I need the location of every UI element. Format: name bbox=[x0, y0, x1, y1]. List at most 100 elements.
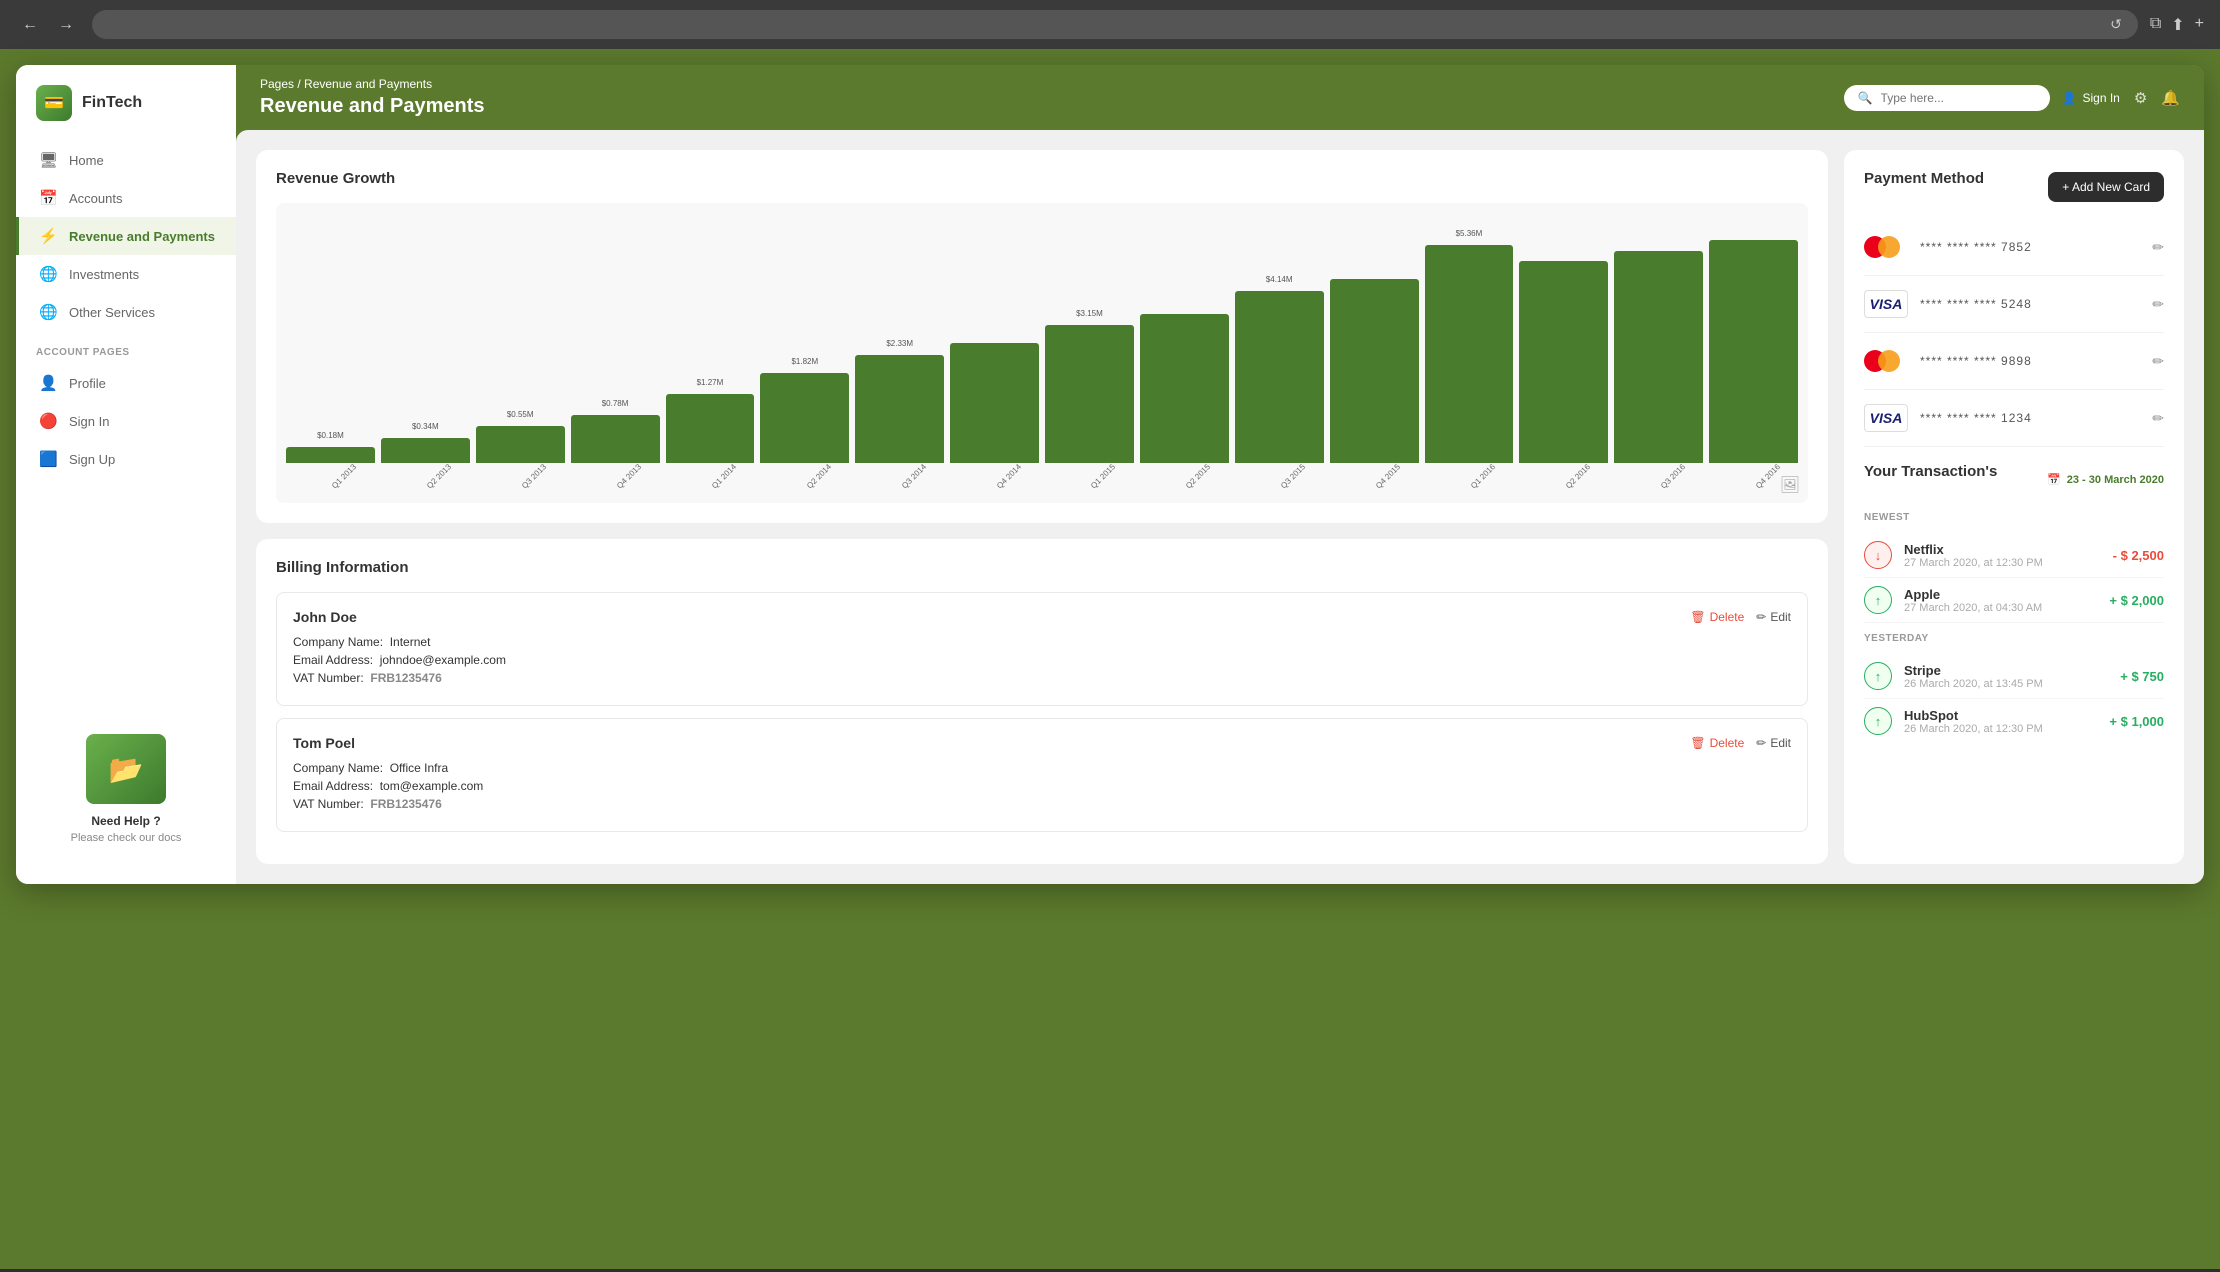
tx-netflix-info: Netflix 27 March 2020, at 12:30 PM bbox=[1904, 542, 2101, 569]
bar-label: Q1 2015 bbox=[1089, 462, 1117, 490]
tx-hubspot-amount: + $ 1,000 bbox=[2109, 714, 2164, 729]
tx-netflix-icon: ↓ bbox=[1864, 541, 1892, 569]
sidebar-item-signin[interactable]: 🔴 Sign In bbox=[16, 402, 236, 440]
billing-actions-john: 🗑 Delete ✏ Edit bbox=[1690, 610, 1791, 624]
back-button[interactable]: ← bbox=[16, 12, 44, 38]
help-title: Need Help ? bbox=[91, 814, 160, 828]
edit-card-5248[interactable]: ✏ bbox=[2152, 296, 2164, 313]
sidebar-help: 📂 Need Help ? Please check our docs bbox=[16, 714, 236, 864]
logo-text: FinTech bbox=[82, 94, 142, 112]
bar-label: Q1 2014 bbox=[710, 462, 738, 490]
help-illustration: 📂 bbox=[86, 734, 166, 804]
edit-card-7852[interactable]: ✏ bbox=[2152, 239, 2164, 256]
search-input[interactable] bbox=[1881, 91, 2036, 105]
bar-group: $2.33MQ3 2014 bbox=[855, 355, 944, 463]
signin-icon: 🔴 bbox=[39, 412, 57, 430]
tx-hubspot-icon: ↑ bbox=[1864, 707, 1892, 735]
profile-icon: 👤 bbox=[39, 374, 57, 392]
billing-card: Billing Information John Doe 🗑 Delete bbox=[256, 539, 1828, 864]
edit-card-9898[interactable]: ✏ bbox=[2152, 353, 2164, 370]
bar-label: Q2 2016 bbox=[1564, 462, 1592, 490]
transaction-apple: ↑ Apple 27 March 2020, at 04:30 AM + $ 2… bbox=[1864, 578, 2164, 623]
share-icon[interactable]: ⬆ bbox=[2171, 15, 2184, 35]
top-bar-right: 🔍 👤 Sign In ⚙ 🔔 bbox=[1844, 85, 2180, 111]
sidebar-item-revenue-label: Revenue and Payments bbox=[69, 229, 215, 244]
chart-image-icon: 🖼 bbox=[1780, 475, 1800, 495]
chart-bar: $2.33M bbox=[855, 355, 944, 463]
new-tab-icon[interactable]: + bbox=[2195, 15, 2204, 35]
content-area: Revenue Growth $0.18MQ1 2013$0.34MQ2 201… bbox=[236, 130, 2204, 884]
bar-label: Q3 2016 bbox=[1659, 462, 1687, 490]
sidebar-item-home[interactable]: 🖥 Home bbox=[16, 141, 236, 179]
trash-icon-tom: 🗑 bbox=[1690, 736, 1705, 750]
bar-value: $5.36M bbox=[1456, 229, 1483, 238]
tx-netflix-date: 27 March 2020, at 12:30 PM bbox=[1904, 557, 2101, 569]
account-section-label: ACCOUNT PAGES bbox=[16, 331, 236, 364]
edit-tom-button[interactable]: ✏ Edit bbox=[1756, 736, 1791, 750]
bar-label: Q1 2016 bbox=[1469, 462, 1497, 490]
sidebar: 💳 FinTech 🖥 Home 📅 Accounts ⚡ Revenue an… bbox=[16, 65, 236, 884]
notifications-icon[interactable]: 🔔 bbox=[2161, 89, 2180, 107]
visa-logo-5248: VISA bbox=[1864, 290, 1908, 318]
chart-bar: $1.82M bbox=[760, 373, 849, 463]
tab-action-icon[interactable]: ⧉ bbox=[2150, 15, 2161, 35]
reload-button[interactable]: ↺ bbox=[2110, 16, 2122, 33]
bar-value: $1.27M bbox=[697, 378, 724, 387]
bar-group: $3.15MQ1 2015 bbox=[1045, 325, 1134, 463]
tx-stripe-icon: ↑ bbox=[1864, 662, 1892, 690]
edit-john-button[interactable]: ✏ Edit bbox=[1756, 610, 1791, 624]
billing-title: Billing Information bbox=[276, 559, 1808, 576]
settings-icon[interactable]: ⚙ bbox=[2134, 89, 2147, 107]
chart-bar bbox=[1140, 314, 1229, 464]
chart-bar bbox=[1519, 261, 1608, 463]
chart-bar bbox=[1709, 240, 1798, 463]
tx-netflix-amount: - $ 2,500 bbox=[2113, 548, 2164, 563]
bar-value: $3.15M bbox=[1076, 309, 1103, 318]
sidebar-item-accounts[interactable]: 📅 Accounts bbox=[16, 179, 236, 217]
mastercard-logo-7852 bbox=[1864, 233, 1908, 261]
edit-card-1234[interactable]: ✏ bbox=[2152, 410, 2164, 427]
bar-label: Q1 2013 bbox=[330, 462, 358, 490]
card-item-visa-1234: VISA **** **** **** 1234 ✏ bbox=[1864, 390, 2164, 447]
bar-value: $2.33M bbox=[886, 339, 913, 348]
bar-label: Q3 2013 bbox=[520, 462, 548, 490]
card-number-9898: **** **** **** 9898 bbox=[1920, 354, 2140, 368]
trash-icon: 🗑 bbox=[1690, 610, 1705, 624]
bar-group: Q3 2016 bbox=[1614, 251, 1703, 463]
sidebar-item-other[interactable]: 🌐 Other Services bbox=[16, 293, 236, 331]
address-input[interactable] bbox=[108, 17, 2110, 32]
address-bar[interactable]: ↺ bbox=[92, 10, 2138, 39]
sidebar-item-investments[interactable]: 🌐 Investments bbox=[16, 255, 236, 293]
billing-company-john: Company Name: Internet bbox=[293, 635, 1791, 649]
sidebar-item-accounts-label: Accounts bbox=[69, 191, 122, 206]
add-card-button[interactable]: + Add New Card bbox=[2048, 172, 2164, 202]
date-range: 📅 23 - 30 March 2020 bbox=[2047, 473, 2164, 486]
billing-entry-john-header: John Doe 🗑 Delete ✏ Edit bbox=[293, 609, 1791, 625]
pencil-icon-tom: ✏ bbox=[1756, 736, 1766, 750]
bar-group: $0.55MQ3 2013 bbox=[476, 426, 565, 463]
delete-tom-button[interactable]: 🗑 Delete bbox=[1690, 736, 1744, 750]
pencil-icon: ✏ bbox=[1756, 610, 1766, 624]
investments-icon: 🌐 bbox=[39, 265, 57, 283]
sidebar-item-revenue[interactable]: ⚡ Revenue and Payments bbox=[16, 217, 236, 255]
delete-john-button[interactable]: 🗑 Delete bbox=[1690, 610, 1744, 624]
app-wrapper: 💳 FinTech 🖥 Home 📅 Accounts ⚡ Revenue an… bbox=[0, 49, 2220, 1269]
forward-button[interactable]: → bbox=[52, 12, 80, 38]
billing-name-john: John Doe bbox=[293, 609, 357, 625]
bar-label: Q2 2014 bbox=[805, 462, 833, 490]
billing-entry-john: John Doe 🗑 Delete ✏ Edit bbox=[276, 592, 1808, 706]
sidebar-nav: 🖥 Home 📅 Accounts ⚡ Revenue and Payments… bbox=[16, 141, 236, 714]
bar-value: $0.55M bbox=[507, 410, 534, 419]
card-number-5248: **** **** **** 5248 bbox=[1920, 297, 2140, 311]
sign-in-button[interactable]: 👤 Sign In bbox=[2062, 91, 2120, 105]
sidebar-item-profile[interactable]: 👤 Profile bbox=[16, 364, 236, 402]
billing-entry-tom: Tom Poel 🗑 Delete ✏ Edit bbox=[276, 718, 1808, 832]
chart-bar: $0.34M bbox=[381, 438, 470, 463]
tx-apple-info: Apple 27 March 2020, at 04:30 AM bbox=[1904, 587, 2097, 614]
bar-group: $0.34MQ2 2013 bbox=[381, 438, 470, 463]
browser-nav[interactable]: ← → bbox=[16, 12, 80, 38]
signup-icon: 🟦 bbox=[39, 450, 57, 468]
billing-company-tom: Company Name: Office Infra bbox=[293, 761, 1791, 775]
search-box[interactable]: 🔍 bbox=[1844, 85, 2050, 111]
sidebar-item-signup[interactable]: 🟦 Sign Up bbox=[16, 440, 236, 478]
